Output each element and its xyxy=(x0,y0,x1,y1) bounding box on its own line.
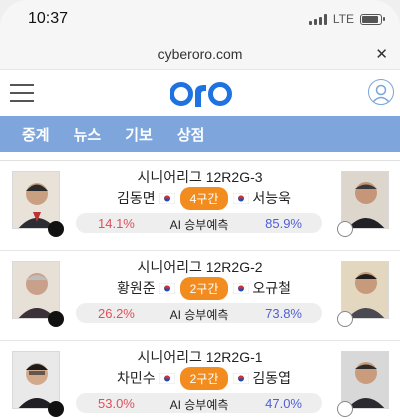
game-card[interactable]: 시니어리그 12R2G-3 김동면 4구간 서능욱 14.1% AI 승부예측 … xyxy=(0,160,400,250)
account-icon[interactable] xyxy=(368,79,394,105)
korea-flag-icon xyxy=(233,282,250,294)
korea-flag-icon xyxy=(158,372,175,384)
game-title: 시니어리그 12R2G-1 xyxy=(137,349,263,365)
game-players: 황원준 2구간 오규철 xyxy=(116,276,292,300)
oro-logo[interactable] xyxy=(170,79,232,107)
black-stone-icon xyxy=(48,401,64,417)
white-stone-icon xyxy=(337,221,353,237)
clock: 10:37 xyxy=(28,10,69,27)
close-icon[interactable]: ✕ xyxy=(375,45,388,63)
status-icons: LTE xyxy=(308,12,385,26)
white-win-pct: 85.9% xyxy=(265,216,302,231)
black-player-name: 차민수 xyxy=(116,370,156,386)
round-badge: 4구간 xyxy=(179,186,229,210)
white-player-photo[interactable] xyxy=(341,171,389,229)
white-stone-icon xyxy=(337,401,353,417)
signal-icon xyxy=(308,13,327,25)
white-player-photo[interactable] xyxy=(341,351,389,409)
black-stone-icon xyxy=(48,311,64,327)
game-players: 차민수 2구간 김동엽 xyxy=(116,366,292,390)
main-nav: 중계 뉴스 기보 상점 xyxy=(0,116,400,152)
korea-flag-icon xyxy=(158,192,175,204)
game-card[interactable]: 시니어리그 12R2G-1 차민수 2구간 김동엽 53.0% AI 승부예측 … xyxy=(0,340,400,419)
battery-icon xyxy=(360,13,385,25)
ai-prediction-bar: 53.0% AI 승부예측 47.0% xyxy=(76,393,322,413)
status-bar: 10:37 LTE xyxy=(0,0,400,38)
site-header xyxy=(0,70,400,116)
nav-news[interactable]: 뉴스 xyxy=(74,124,102,145)
menu-icon[interactable] xyxy=(10,84,34,102)
phone-shell: 10:37 LTE cyberoro.com ✕ 중계 뉴스 기보 상점 시니어… xyxy=(0,0,400,419)
game-title: 시니어리그 12R2G-3 xyxy=(137,169,263,185)
white-player-photo[interactable] xyxy=(341,261,389,319)
white-player-name: 오규철 xyxy=(252,280,292,296)
url-text[interactable]: cyberoro.com xyxy=(0,46,400,62)
nav-live[interactable]: 중계 xyxy=(22,124,50,145)
korea-flag-icon xyxy=(233,372,250,384)
white-win-pct: 47.0% xyxy=(265,396,302,411)
ai-prediction-bar: 14.1% AI 승부예측 85.9% xyxy=(76,213,322,233)
black-stone-icon xyxy=(48,221,64,237)
game-card[interactable]: 시니어리그 12R2G-2 황원준 2구간 오규철 26.2% AI 승부예측 … xyxy=(0,250,400,340)
nav-shop[interactable]: 상점 xyxy=(177,124,205,145)
korea-flag-icon xyxy=(233,192,250,204)
korea-flag-icon xyxy=(158,282,175,294)
black-player-name: 김동면 xyxy=(116,190,156,206)
round-badge: 2구간 xyxy=(179,276,229,300)
white-player-name: 서능욱 xyxy=(252,190,292,206)
white-player-name: 김동엽 xyxy=(252,370,292,386)
network-label: LTE xyxy=(332,12,354,26)
nav-records[interactable]: 기보 xyxy=(125,124,153,145)
browser-url-bar[interactable]: cyberoro.com ✕ xyxy=(0,38,400,70)
white-win-pct: 73.8% xyxy=(265,306,302,321)
phone-screen: 10:37 LTE cyberoro.com ✕ 중계 뉴스 기보 상점 시니어… xyxy=(0,0,400,419)
game-list: 시니어리그 12R2G-3 김동면 4구간 서능욱 14.1% AI 승부예측 … xyxy=(0,160,400,419)
white-stone-icon xyxy=(337,311,353,327)
ai-prediction-bar: 26.2% AI 승부예측 73.8% xyxy=(76,303,322,323)
game-players: 김동면 4구간 서능욱 xyxy=(116,186,292,210)
round-badge: 2구간 xyxy=(179,366,229,390)
black-player-name: 황원준 xyxy=(116,280,156,296)
game-title: 시니어리그 12R2G-2 xyxy=(137,259,263,275)
